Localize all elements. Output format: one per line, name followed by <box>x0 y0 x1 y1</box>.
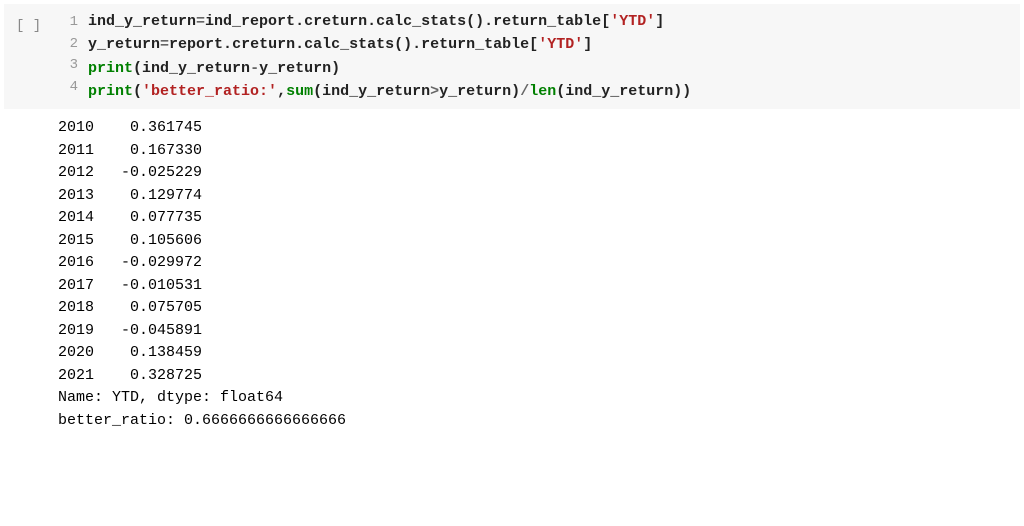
output-row: 2011 0.167330 <box>58 140 346 163</box>
output-cell: 2010 0.3617452011 0.1673302012 -0.025229… <box>4 117 1020 432</box>
line-gutter: 1234 <box>58 10 88 99</box>
execution-prompt: [ ] <box>4 10 58 34</box>
output-row: 2012 -0.025229 <box>58 162 346 185</box>
output-row: 2017 -0.010531 <box>58 275 346 298</box>
line-number: 1 <box>58 12 78 34</box>
code-line[interactable]: y_return=report.creturn.calc_stats().ret… <box>88 33 1020 56</box>
code-line[interactable]: ind_y_return=ind_report.creturn.calc_sta… <box>88 10 1020 33</box>
output-prompt-spacer <box>4 117 58 125</box>
output-row: 2019 -0.045891 <box>58 320 346 343</box>
code-area[interactable]: ind_y_return=ind_report.creturn.calc_sta… <box>88 10 1020 103</box>
output-row: 2020 0.138459 <box>58 342 346 365</box>
output-row: 2010 0.361745 <box>58 117 346 140</box>
line-number: 2 <box>58 34 78 56</box>
output-ratio: better_ratio: 0.6666666666666666 <box>58 410 346 433</box>
line-number: 3 <box>58 55 78 77</box>
output-row: 2014 0.077735 <box>58 207 346 230</box>
output-row: 2021 0.328725 <box>58 365 346 388</box>
output-row: 2016 -0.029972 <box>58 252 346 275</box>
output-row: 2015 0.105606 <box>58 230 346 253</box>
line-number: 4 <box>58 77 78 99</box>
output-row: 2018 0.075705 <box>58 297 346 320</box>
code-line[interactable]: print(ind_y_return-y_return) <box>88 57 1020 80</box>
output-row: 2013 0.129774 <box>58 185 346 208</box>
code-cell: [ ] 1234 ind_y_return=ind_report.creturn… <box>4 4 1020 109</box>
output-area: 2010 0.3617452011 0.1673302012 -0.025229… <box>58 117 346 432</box>
code-line[interactable]: print('better_ratio:',sum(ind_y_return>y… <box>88 80 1020 103</box>
output-meta: Name: YTD, dtype: float64 <box>58 387 346 410</box>
